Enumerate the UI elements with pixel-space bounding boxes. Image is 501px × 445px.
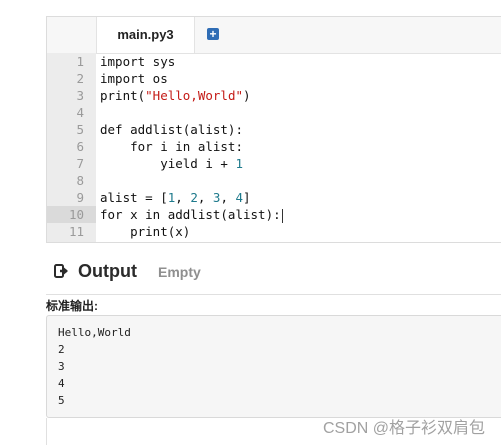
code-text: print("Hello,World") xyxy=(100,87,251,104)
code-text: import sys xyxy=(100,53,175,70)
output-title: Output xyxy=(78,261,137,281)
line-number: 1 xyxy=(76,54,84,69)
code-line[interactable]: 9 alist = [1, 2, 3, 4] xyxy=(47,189,501,206)
editor-tab-bar: main.py3 + xyxy=(47,17,501,54)
plus-square-icon[interactable]: + xyxy=(207,28,219,40)
line-number: 11 xyxy=(68,224,84,239)
code-token: 4 xyxy=(235,190,244,205)
code-token: , xyxy=(197,190,213,205)
code-line[interactable]: 2 import os xyxy=(47,70,501,87)
code-text: def addlist(alist): xyxy=(100,121,243,138)
code-editor[interactable]: main.py3 + 1 import sys 2 import os 3 print("… xyxy=(46,16,501,243)
line-number: 5 xyxy=(76,122,84,137)
code-text: import os xyxy=(100,70,168,87)
stdout-line: 4 xyxy=(58,377,65,390)
section-divider xyxy=(46,294,501,295)
stdout-line: 2 xyxy=(58,343,65,356)
code-line[interactable]: 3 print("Hello,World") xyxy=(47,87,501,104)
code-token: print(x) xyxy=(100,224,191,239)
stdout-label: 标准输出: xyxy=(46,299,98,313)
code-line[interactable]: 7 yield i + 1 xyxy=(47,155,501,172)
code-text: print(x) xyxy=(100,223,190,240)
code-line[interactable]: 4 xyxy=(47,104,501,121)
line-number: 9 xyxy=(76,190,84,205)
line-number: 6 xyxy=(76,139,84,154)
line-number: 3 xyxy=(76,88,84,103)
code-token: yield i + xyxy=(100,156,236,171)
code-token: , xyxy=(175,190,191,205)
code-token: alist = [ xyxy=(100,190,168,205)
code-token: , xyxy=(220,190,236,205)
code-token: "Hello,World" xyxy=(145,88,243,103)
code-text: yield i + 1 xyxy=(100,155,243,172)
code-line[interactable]: 5 def addlist(alist): xyxy=(47,121,501,138)
code-token: ) xyxy=(243,88,251,103)
code-text: alist = [1, 2, 3, 4] xyxy=(100,189,251,206)
code-token: print( xyxy=(100,88,146,103)
tab-main-py3[interactable]: main.py3 xyxy=(96,17,195,53)
line-number: 7 xyxy=(76,156,84,171)
code-token: for x in addlist(alist): xyxy=(100,207,281,222)
stdout-line: 3 xyxy=(58,360,65,373)
line-number: 2 xyxy=(76,71,84,86)
code-token: import sys xyxy=(100,54,176,69)
output-status: Empty xyxy=(158,264,201,280)
stdout-line: Hello,World xyxy=(58,326,131,339)
code-line[interactable]: 10 for x in addlist(alist): xyxy=(47,206,501,223)
code-area[interactable]: 1 import sys 2 import os 3 print("Hello,World… xyxy=(47,53,501,242)
code-token: 1 xyxy=(235,156,243,171)
code-token: import os xyxy=(100,71,168,86)
code-token: ] xyxy=(243,190,251,205)
text-cursor xyxy=(281,208,283,223)
code-token: for i in alist: xyxy=(100,139,243,154)
line-number: 8 xyxy=(76,173,84,188)
code-line[interactable]: 6 for i in alist: xyxy=(47,138,501,155)
line-number: 10 xyxy=(47,206,96,223)
code-token: 2 xyxy=(190,190,198,205)
code-line[interactable]: 8 xyxy=(47,172,501,189)
code-line[interactable]: 11 print(x) xyxy=(47,223,501,240)
sign-out-icon xyxy=(54,264,68,278)
code-token: def addlist(alist): xyxy=(100,122,243,137)
stdout-line: 5 xyxy=(58,394,65,407)
watermark: CSDN @格子衫双肩包 xyxy=(322,420,485,437)
code-text: for i in alist: xyxy=(100,138,243,155)
stdout-panel: Hello,World 2 3 4 5 xyxy=(46,315,501,418)
line-number: 4 xyxy=(76,105,84,120)
code-line[interactable]: 1 import sys xyxy=(47,53,501,70)
panel-border xyxy=(46,418,47,445)
code-text: for x in addlist(alist): xyxy=(100,206,283,223)
